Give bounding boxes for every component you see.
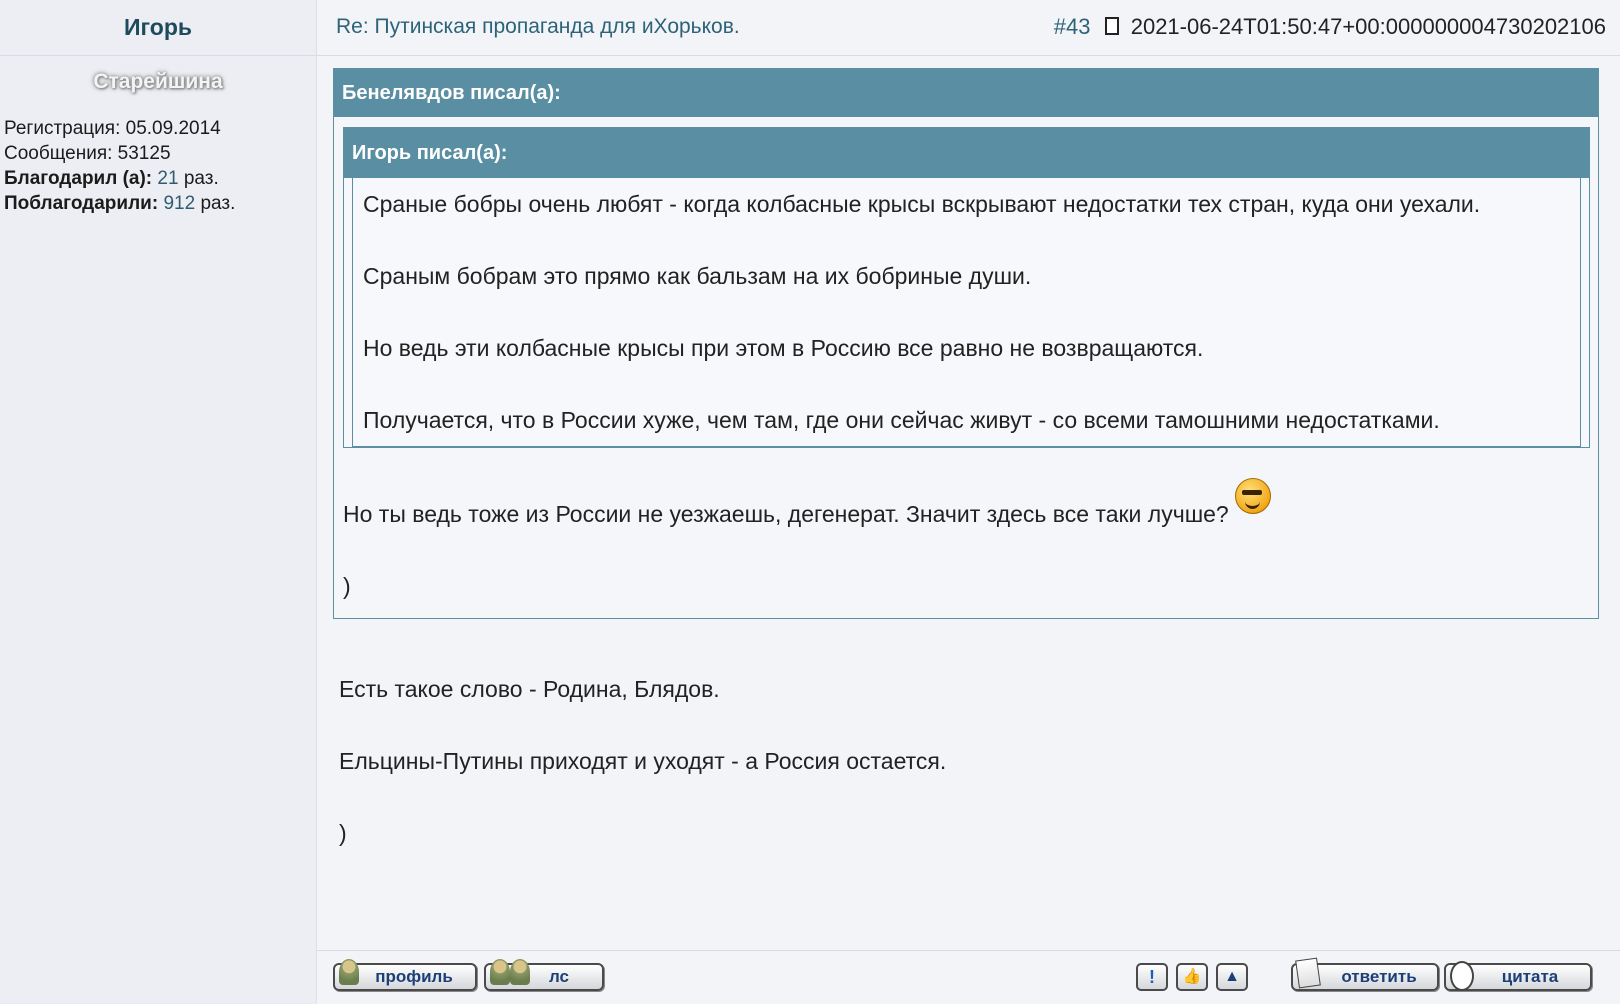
quote-button[interactable]: цитата — [1444, 961, 1592, 991]
post-paragraph: Ельцины-Путины приходят и уходят - а Рос… — [339, 748, 947, 774]
post-panel: Re: Путинская пропаганда для иХорьков. #… — [317, 0, 1620, 1004]
post-timestamp: 2021-06-24T01:50:47+00:00000000473020210… — [1130, 14, 1606, 39]
report-button[interactable]: ! — [1136, 963, 1168, 991]
quote-inner-paragraph: Сраным бобрам это прямо как бальзам на и… — [363, 263, 1032, 289]
thanked-label: Благодарил (а): — [4, 168, 153, 189]
author-stats: Регистрация: 05.09.2014 Сообщения: 53125… — [0, 116, 316, 216]
was-thanked-label: Поблагодарили: — [4, 193, 159, 214]
thanked-count[interactable]: 21 — [157, 168, 178, 189]
thanked-row: Благодарил (а): 21 раз. — [4, 166, 316, 191]
post-actions-bar: профиль лс ! 👍 ▲ ответить цитата — [317, 950, 1620, 1004]
profile-button[interactable]: профиль — [333, 959, 477, 991]
quote-outer-title: Бенелявдов писал(а): — [334, 69, 1598, 117]
top-button[interactable]: ▲ — [1216, 963, 1248, 991]
post-subject[interactable]: Re: Путинская пропаганда для иХорьков. — [336, 15, 740, 39]
report-icon: ! — [1149, 967, 1155, 987]
quote-block-inner: Игорь писал(а): Сраные бобры очень любят… — [343, 127, 1590, 448]
quote-inner-body: Сраные бобры очень любят - когда колбасн… — [352, 178, 1581, 447]
author-name[interactable]: Игорь — [124, 14, 192, 41]
forum-post: Игорь Старейшина Регистрация: 05.09.2014… — [0, 0, 1620, 1004]
users-icon — [490, 959, 510, 985]
quote-inner-paragraph: Но ведь эти колбасные крысы при этом в Р… — [363, 335, 1204, 361]
quote-inner-title: Игорь писал(а): — [344, 128, 1589, 178]
quote-outer-reply-tail: ) — [343, 573, 351, 599]
profile-button-label: профиль — [375, 967, 453, 986]
quote-inner-paragraph: Получается, что в России хуже, чем там, … — [363, 407, 1440, 433]
quote-block-outer: Бенелявдов писал(а): Игорь писал(а): Сра… — [333, 68, 1599, 619]
quote-button-label: цитата — [1501, 967, 1559, 986]
cool-smiley-icon — [1235, 478, 1272, 514]
quote-inner-paragraph: Сраные бобры очень любят - когда колбасн… — [363, 191, 1481, 217]
post-header: Re: Путинская пропаганда для иХорьков. #… — [317, 0, 1620, 56]
post-number[interactable]: #43 — [1054, 14, 1091, 39]
reply-button[interactable]: ответить — [1291, 957, 1439, 991]
quote-outer-reply-text: Но ты ведь тоже из России не уезжаешь, д… — [343, 501, 1229, 527]
was-thanked-row: Поблагодарили: 912 раз. — [4, 191, 316, 216]
author-panel: Игорь Старейшина Регистрация: 05.09.2014… — [0, 0, 317, 1003]
quote-outer-reply: Но ты ведь тоже из России не уезжаешь, д… — [343, 478, 1590, 532]
was-thanked-suffix: раз. — [200, 193, 236, 214]
post-content: Бенелявдов писал(а): Игорь писал(а): Сра… — [333, 68, 1613, 851]
document-icon — [1295, 957, 1321, 989]
post-paragraph: Есть такое слово - Родина, Блядов. — [339, 676, 720, 702]
pm-button[interactable]: лс — [484, 959, 604, 991]
was-thanked-count[interactable]: 912 — [163, 193, 195, 214]
post-paragraph: ) — [339, 820, 347, 846]
thumbs-up-icon: 👍 — [1182, 968, 1202, 985]
thanked-suffix: раз. — [183, 168, 219, 189]
registration-date: Регистрация: 05.09.2014 — [4, 118, 221, 139]
post-meta: #43 2021-06-24T01:50:47+00:0000000047302… — [1054, 14, 1606, 40]
arrow-up-icon: ▲ — [1224, 968, 1240, 985]
quote-outer-body: Игорь писал(а): Сраные бобры очень любят… — [334, 117, 1598, 618]
reply-button-label: ответить — [1341, 967, 1417, 986]
user-icon — [339, 959, 359, 985]
speech-bubble-icon — [1450, 961, 1474, 991]
post-body: Есть такое слово - Родина, Блядов. Ельци… — [333, 671, 1613, 851]
author-header: Игорь — [0, 0, 316, 56]
document-icon[interactable] — [1104, 17, 1119, 35]
author-rank: Старейшина — [93, 70, 223, 93]
users-icon-second — [510, 959, 530, 985]
message-count: Сообщения: 53125 — [4, 143, 171, 164]
thanks-button[interactable]: 👍 — [1176, 963, 1208, 991]
